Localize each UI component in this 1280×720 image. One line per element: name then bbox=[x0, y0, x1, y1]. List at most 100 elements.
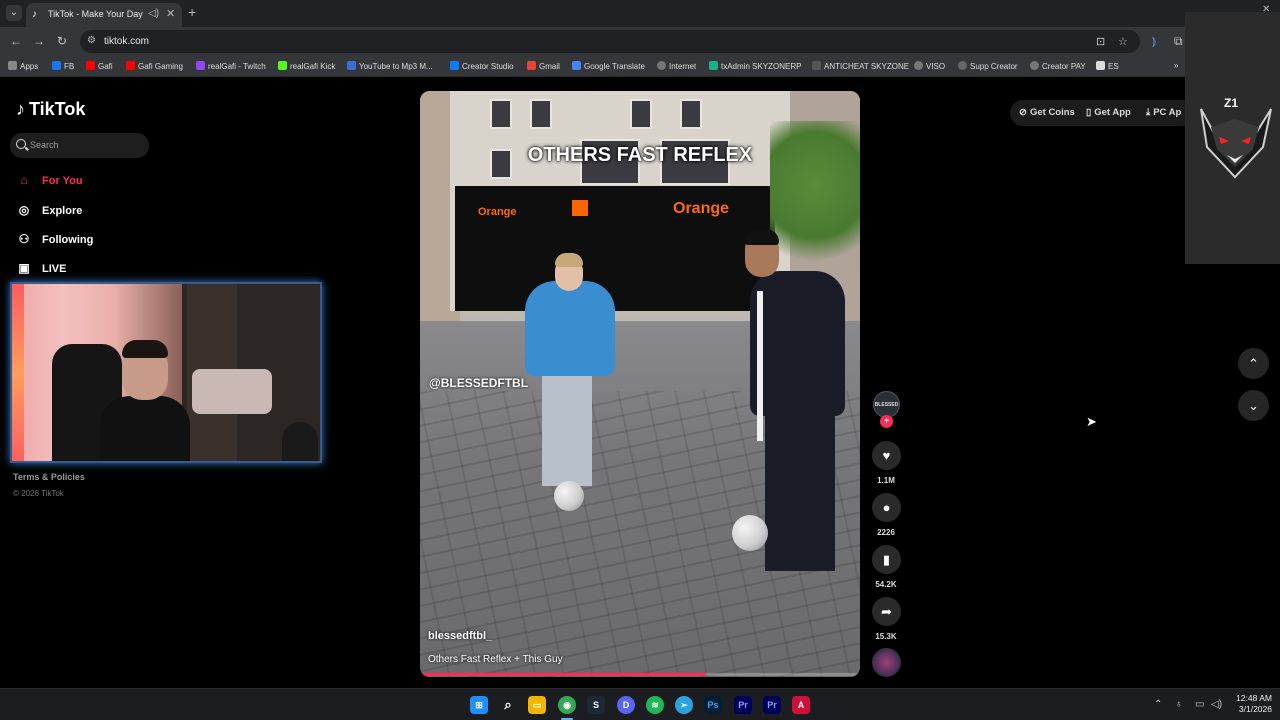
site-info-icon[interactable]: ⚙ bbox=[87, 35, 96, 46]
video-ball bbox=[554, 481, 584, 511]
coin-icon: ⊘ bbox=[1019, 107, 1027, 118]
video-player[interactable]: Orange Orange OTHERS FAST REFLEX @BLESSE… bbox=[420, 91, 860, 677]
tab-title: TikTok - Make Your Day bbox=[48, 9, 143, 19]
video-progress-bar[interactable] bbox=[420, 673, 860, 676]
video-overlay-handle: @BLESSEDFTBL bbox=[429, 376, 529, 390]
video-player-blue bbox=[525, 281, 615, 376]
follow-plus-button[interactable]: + bbox=[880, 415, 893, 428]
bookmark-twitch[interactable]: realGafi - Twitch bbox=[196, 61, 266, 71]
share-count: 15.3K bbox=[875, 632, 897, 641]
extension-icon[interactable]: ⦆ bbox=[1152, 34, 1156, 49]
like-button[interactable]: ♥ bbox=[872, 441, 901, 470]
browser-tab-strip: ⌄ ♪ TikTok - Make Your Day ◁) ✕ + ✕ bbox=[0, 0, 1280, 27]
video-overlay-title: OTHERS FAST REFLEX bbox=[527, 144, 753, 166]
adobe-acrobat-icon[interactable]: A bbox=[792, 696, 810, 714]
next-video-button[interactable]: ⌄ bbox=[1238, 390, 1269, 421]
video-author[interactable]: blessedftbl_ bbox=[428, 630, 492, 642]
comment-icon: ● bbox=[882, 500, 891, 515]
address-bar[interactable]: ⚙ tiktok.com ⊡ ☆ bbox=[80, 30, 1140, 53]
bookmark-gafi[interactable]: Gafi bbox=[86, 61, 113, 71]
bookmarks-bar: Apps FB Gafi Gafi Gaming realGafi - Twit… bbox=[0, 56, 1280, 77]
bookmark-supp-creator[interactable]: Supp Creator bbox=[958, 61, 1018, 71]
tiktok-logo[interactable]: ♪ TikTok bbox=[16, 99, 85, 120]
kick-icon bbox=[278, 61, 287, 70]
extensions-puzzle-icon[interactable]: ⧉ bbox=[1174, 34, 1183, 49]
spotify-icon[interactable]: ≋ bbox=[646, 696, 664, 714]
get-coins-button[interactable]: ⊘ Get Coins bbox=[1019, 107, 1075, 118]
premiere-pro-icon[interactable]: Pr bbox=[734, 696, 752, 714]
bookmark-star-icon[interactable]: ☆ bbox=[1118, 35, 1128, 48]
nav-for-you[interactable]: ⌂ For You bbox=[16, 173, 82, 193]
reload-icon[interactable]: ↻ bbox=[57, 34, 67, 48]
bookmark-fb[interactable]: FB bbox=[52, 61, 74, 71]
new-tab-button[interactable]: + bbox=[188, 4, 196, 20]
network-icon[interactable]: ▭ bbox=[1195, 699, 1204, 710]
nav-following[interactable]: ⚇ Following bbox=[16, 232, 94, 252]
tab-search-icon[interactable]: ⌄ bbox=[6, 5, 22, 21]
windows-start-icon[interactable]: ⊞ bbox=[470, 696, 488, 714]
bookmark-anticheat[interactable]: ANTICHEAT SKYZONE bbox=[812, 61, 909, 71]
bookmark-icon: ▮ bbox=[882, 552, 891, 567]
video-player-black bbox=[750, 271, 845, 416]
bookmark-internet[interactable]: Internet bbox=[657, 61, 696, 71]
chrome-icon[interactable]: ◉ bbox=[558, 696, 576, 714]
system-clock[interactable]: 12:48 AM 3/1/2026 bbox=[1222, 693, 1272, 715]
bookmark-yt-mp3[interactable]: YouTube to Mp3 M... bbox=[347, 61, 433, 71]
bookmark-apps[interactable]: Apps bbox=[8, 61, 38, 71]
translate-icon bbox=[572, 61, 581, 70]
browser-tab[interactable]: ♪ TikTok - Make Your Day ◁) ✕ bbox=[26, 3, 182, 27]
premiere-pro-icon[interactable]: Pr bbox=[763, 696, 781, 714]
creator-avatar[interactable]: BLESSED bbox=[873, 391, 900, 418]
nav-live[interactable]: ▣ LIVE bbox=[16, 261, 66, 281]
bookmark-gmail[interactable]: Gmail bbox=[527, 61, 560, 71]
tray-overflow-icon[interactable]: ⌃ bbox=[1154, 699, 1162, 710]
heart-icon: ♥ bbox=[882, 448, 891, 463]
globe-icon bbox=[1030, 61, 1039, 70]
previous-video-button[interactable]: ⌃ bbox=[1238, 348, 1269, 379]
steam-icon[interactable]: S bbox=[587, 696, 605, 714]
browser-toolbar: ← → ↻ ⚙ tiktok.com ⊡ ☆ ⦆ ⧉ bbox=[0, 27, 1280, 56]
bookmark-creator-pay[interactable]: Creator PAY bbox=[1030, 61, 1086, 71]
youtube-icon bbox=[126, 61, 135, 70]
bookmark-kick[interactable]: realGafi Kick bbox=[278, 61, 335, 71]
photoshop-icon[interactable]: Ps bbox=[704, 696, 722, 714]
tab-audio-icon[interactable]: ◁) bbox=[148, 8, 159, 19]
gmail-icon bbox=[527, 61, 536, 70]
pc-app-button[interactable]: ⤓ PC Ap bbox=[1146, 107, 1181, 118]
share-button[interactable]: ➦ bbox=[872, 597, 901, 626]
microphone-icon[interactable]: ♁ bbox=[1175, 699, 1183, 710]
tab-close-icon[interactable]: ✕ bbox=[166, 7, 175, 20]
following-icon: ⚇ bbox=[18, 232, 30, 246]
get-app-button[interactable]: ▯ Get App bbox=[1086, 107, 1131, 118]
discord-icon[interactable]: D bbox=[617, 696, 635, 714]
webcam-bed bbox=[192, 369, 272, 414]
music-disc-icon[interactable] bbox=[872, 648, 901, 677]
facebook-icon bbox=[52, 61, 61, 70]
nav-explore[interactable]: ◎ Explore bbox=[16, 203, 83, 223]
live-icon: ▣ bbox=[18, 261, 30, 275]
volume-icon[interactable]: ◁) bbox=[1211, 699, 1222, 710]
file-explorer-icon[interactable]: ▭ bbox=[528, 696, 546, 714]
link-icon bbox=[958, 61, 967, 70]
search-input[interactable]: Search bbox=[10, 133, 149, 158]
bookmark-es[interactable]: ES bbox=[1096, 61, 1119, 71]
comment-button[interactable]: ● bbox=[872, 493, 901, 522]
back-icon[interactable]: ← bbox=[10, 34, 22, 48]
bookmark-txadmin[interactable]: txAdmin SKYZONERP bbox=[709, 61, 801, 71]
telegram-icon[interactable]: ➢ bbox=[675, 696, 693, 714]
video-progress-fill bbox=[420, 673, 706, 676]
terms-link[interactable]: Terms & Policies bbox=[13, 472, 85, 482]
install-app-icon[interactable]: ⊡ bbox=[1096, 35, 1105, 48]
tiktok-favicon-icon: ♪ bbox=[32, 9, 37, 20]
webcam-led-light bbox=[12, 284, 24, 461]
clock-date: 3/1/2026 bbox=[1238, 704, 1272, 714]
bookmark-google-translate[interactable]: Google Translate bbox=[572, 61, 645, 71]
bookmark-viso[interactable]: VISO bbox=[914, 61, 945, 71]
forward-icon[interactable]: → bbox=[33, 34, 45, 48]
bookmark-creator-studio[interactable]: Creator Studio bbox=[450, 61, 514, 71]
bookmark-gafi-gaming[interactable]: Gafi Gaming bbox=[126, 61, 183, 71]
es-icon bbox=[1096, 61, 1105, 70]
save-button[interactable]: ▮ bbox=[872, 545, 901, 574]
bookmarks-overflow-icon[interactable]: » bbox=[1174, 61, 1178, 70]
taskbar-search-icon[interactable]: ⌕ bbox=[499, 696, 517, 714]
